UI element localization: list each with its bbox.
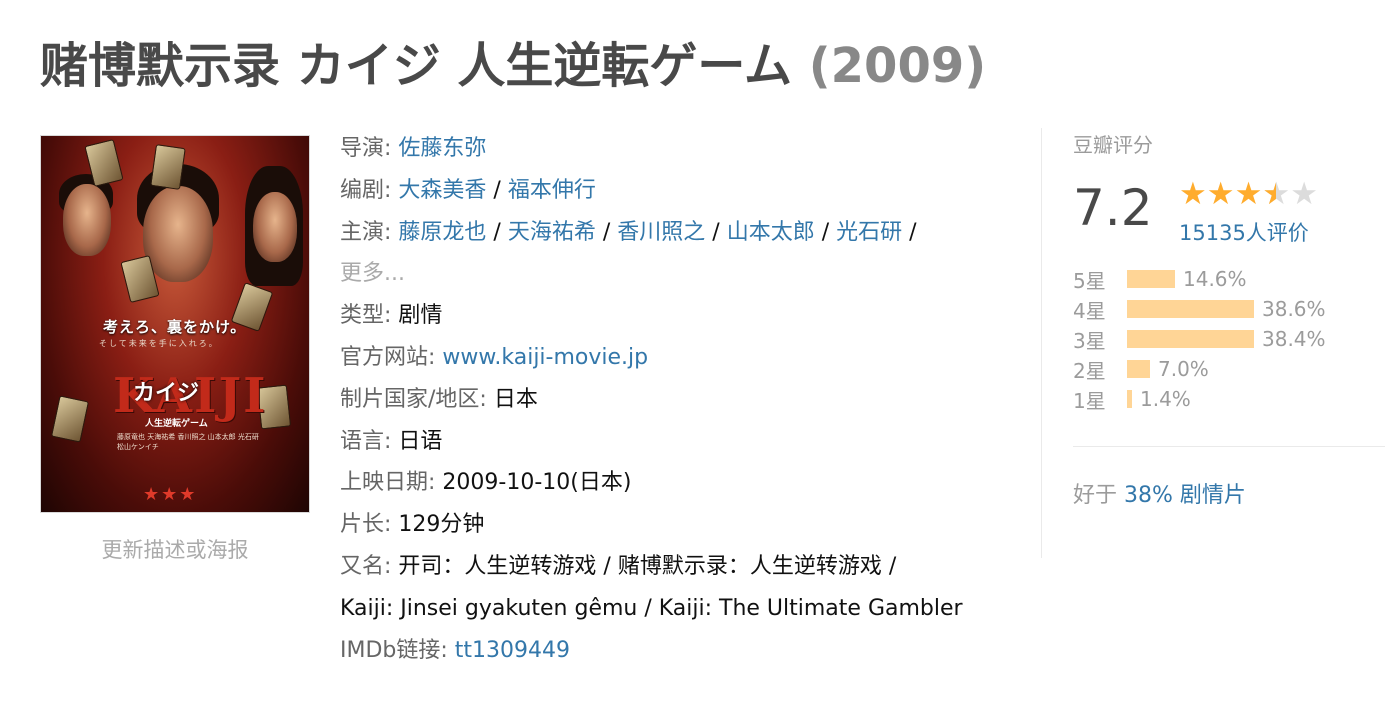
genre-label: 类型 — [340, 303, 385, 329]
breakdown-bar — [1127, 360, 1150, 378]
better-than: 好于 38% 剧情片 — [1073, 481, 1341, 511]
info-row-genre: 类型: 剧情 — [340, 303, 443, 329]
imdb-label: IMDb链接 — [340, 637, 441, 663]
language-label: 语言 — [340, 428, 385, 454]
poster-section: 考えろ、裏をかけ。 そして未来を手に入れろ。 KAIJI カイジ 人生逆転ゲーム… — [40, 135, 310, 565]
rating-panel: 豆瓣评分 7.2 ★★★★★★ 15135人评价 5星14.6%4星38.6%3… — [1041, 128, 1385, 558]
breakdown-bar — [1127, 300, 1254, 318]
website-label: 官方网站 — [340, 344, 429, 370]
info-row-cast-more: 更多... — [340, 253, 1020, 295]
poster-subtitle: 人生逆転ゲーム — [145, 419, 208, 429]
breakdown-percent: 38.4% — [1262, 327, 1326, 351]
director-label: 导演 — [340, 136, 385, 161]
movie-poster[interactable]: 考えろ、裏をかけ。 そして未来を手に入れろ。 KAIJI カイジ 人生逆転ゲーム… — [40, 135, 310, 513]
poster-card-6 — [50, 395, 90, 443]
cast-label: 主演 — [340, 219, 385, 245]
movie-info: 导演: 佐藤东弥 编剧: 大森美香 / 福本伸行 主演: 藤原龙也 / 天海祐希… — [340, 128, 1020, 671]
rating-count-link[interactable]: 15135人评价 — [1179, 218, 1309, 248]
language-value: 日语 — [398, 428, 443, 454]
breakdown-row: 1星 1.4% — [1073, 384, 1341, 414]
rating-breakdown: 5星 14.6% 4星 38.6% 3星 38.4% 2星 7.0% 1星 1.4% — [1073, 264, 1341, 414]
info-row-director: 导演: 佐藤东弥 — [340, 136, 487, 161]
breakdown-bar — [1127, 330, 1254, 348]
cast-link[interactable]: 藤原龙也 — [398, 220, 486, 245]
cast-link[interactable]: 香川照之 — [617, 220, 705, 245]
update-poster-link[interactable]: 更新描述或海报 — [40, 535, 310, 565]
breakdown-label: 2星 — [1073, 358, 1106, 383]
cast-link[interactable]: 光石研 — [836, 220, 902, 245]
info-row-aka: 又名: 开司：人生逆转游戏 / 赌博默示录：人生逆转游戏 / — [340, 553, 897, 579]
breakdown-percent: 14.6% — [1183, 267, 1247, 291]
breakdown-bar — [1127, 390, 1132, 408]
movie-title: 赌博默示录 カイジ 人生逆転ゲーム — [40, 38, 792, 94]
info-row-website: 官方网站: www.kaiji-movie.jp — [340, 344, 649, 370]
poster-tagline: 考えろ、裏をかけ。 — [103, 318, 247, 336]
page-title: 赌博默示录 カイジ 人生逆転ゲーム (2009) — [40, 30, 986, 102]
cast-more-link[interactable]: 更多... — [340, 261, 405, 286]
rating-divider — [1073, 446, 1385, 447]
rating-score: 7.2 — [1073, 179, 1153, 237]
breakdown-percent: 38.6% — [1262, 297, 1326, 321]
info-row-release: 上映日期: 2009-10-10(日本) — [340, 470, 632, 496]
breakdown-row: 5星 14.6% — [1073, 264, 1341, 294]
info-row-writer: 编剧: 大森美香 / 福本伸行 — [340, 177, 596, 203]
aka-value-line1: 开司：人生逆转游戏 / 赌博默示录：人生逆转游戏 / — [398, 553, 897, 579]
cast-link[interactable]: 天海祐希 — [508, 220, 596, 245]
release-label: 上映日期 — [340, 470, 429, 496]
breakdown-label: 1星 — [1073, 388, 1106, 413]
website-link[interactable]: www.kaiji-movie.jp — [442, 345, 648, 370]
poster-stars: ★★★ — [143, 484, 198, 505]
writer-label: 编剧 — [340, 177, 385, 203]
star-icon: ★ — [1234, 176, 1263, 212]
writer-link[interactable]: 福本伸行 — [508, 178, 596, 203]
info-row-runtime: 片长: 129分钟 — [340, 512, 485, 538]
better-than-link[interactable]: 38% 剧情片 — [1124, 483, 1246, 508]
info-row-country: 制片国家/地区: 日本 — [340, 386, 538, 412]
star-icon: ★★ — [1262, 176, 1291, 212]
rating-stars: ★★★★★★ — [1179, 177, 1318, 211]
poster-card-2 — [150, 144, 186, 190]
poster-credits: 藤原竜也 天海祐希 香川照之 山本太郎 光石研 松山ケンイチ — [117, 433, 259, 451]
imdb-link[interactable]: tt1309449 — [455, 638, 570, 663]
aka-label: 又名 — [340, 553, 385, 579]
breakdown-label: 5星 — [1073, 268, 1106, 293]
breakdown-percent: 1.4% — [1140, 387, 1191, 411]
star-icon: ★ — [1179, 176, 1207, 212]
country-value: 日本 — [493, 386, 538, 412]
rating-summary: 7.2 ★★★★★★ 15135人评价 — [1073, 174, 1341, 252]
rating-title: 豆瓣评分 — [1073, 133, 1153, 157]
info-row-cast: 主演: 藤原龙也 / 天海祐希 / 香川照之 / 山本太郎 / 光石研 / — [340, 219, 917, 245]
country-label: 制片国家/地区 — [340, 386, 480, 412]
star-icon: ★ — [1206, 176, 1235, 212]
breakdown-row: 3星 38.4% — [1073, 324, 1341, 354]
breakdown-bar — [1127, 270, 1175, 288]
aka-value-line2: Kaiji: Jinsei gyakuten gêmu / Kaiji: The… — [340, 595, 963, 621]
poster-figure-right — [253, 192, 297, 262]
breakdown-row: 2星 7.0% — [1073, 354, 1341, 384]
breakdown-percent: 7.0% — [1158, 357, 1209, 381]
breakdown-label: 3星 — [1073, 328, 1106, 353]
poster-tagline-sub: そして未来を手に入れろ。 — [99, 339, 219, 348]
breakdown-label: 4星 — [1073, 298, 1106, 323]
info-row-aka-cont: Kaiji: Jinsei gyakuten gêmu / Kaiji: The… — [340, 588, 1020, 630]
runtime-label: 片长 — [340, 512, 385, 538]
runtime-value: 129分钟 — [398, 512, 485, 538]
better-than-prefix: 好于 — [1073, 483, 1124, 508]
info-row-imdb: IMDb链接: tt1309449 — [340, 637, 571, 663]
movie-page: 赌博默示录 カイジ 人生逆転ゲーム (2009) 考えろ、裏をかけ。 そして未来… — [0, 0, 1398, 710]
breakdown-row: 4星 38.6% — [1073, 294, 1341, 324]
movie-year: (2009) — [808, 38, 987, 94]
release-value: 2009-10-10(日本) — [442, 470, 632, 496]
genre-value: 剧情 — [398, 303, 443, 329]
star-icon: ★ — [1290, 176, 1318, 212]
director-link[interactable]: 佐藤东弥 — [398, 136, 486, 161]
info-row-language: 语言: 日语 — [340, 428, 443, 454]
writer-link[interactable]: 大森美香 — [398, 178, 486, 203]
cast-link[interactable]: 山本太郎 — [727, 220, 815, 245]
poster-figure-center — [143, 186, 213, 282]
poster-logo-kana: カイジ — [133, 381, 200, 406]
poster-figure-left — [63, 184, 111, 256]
